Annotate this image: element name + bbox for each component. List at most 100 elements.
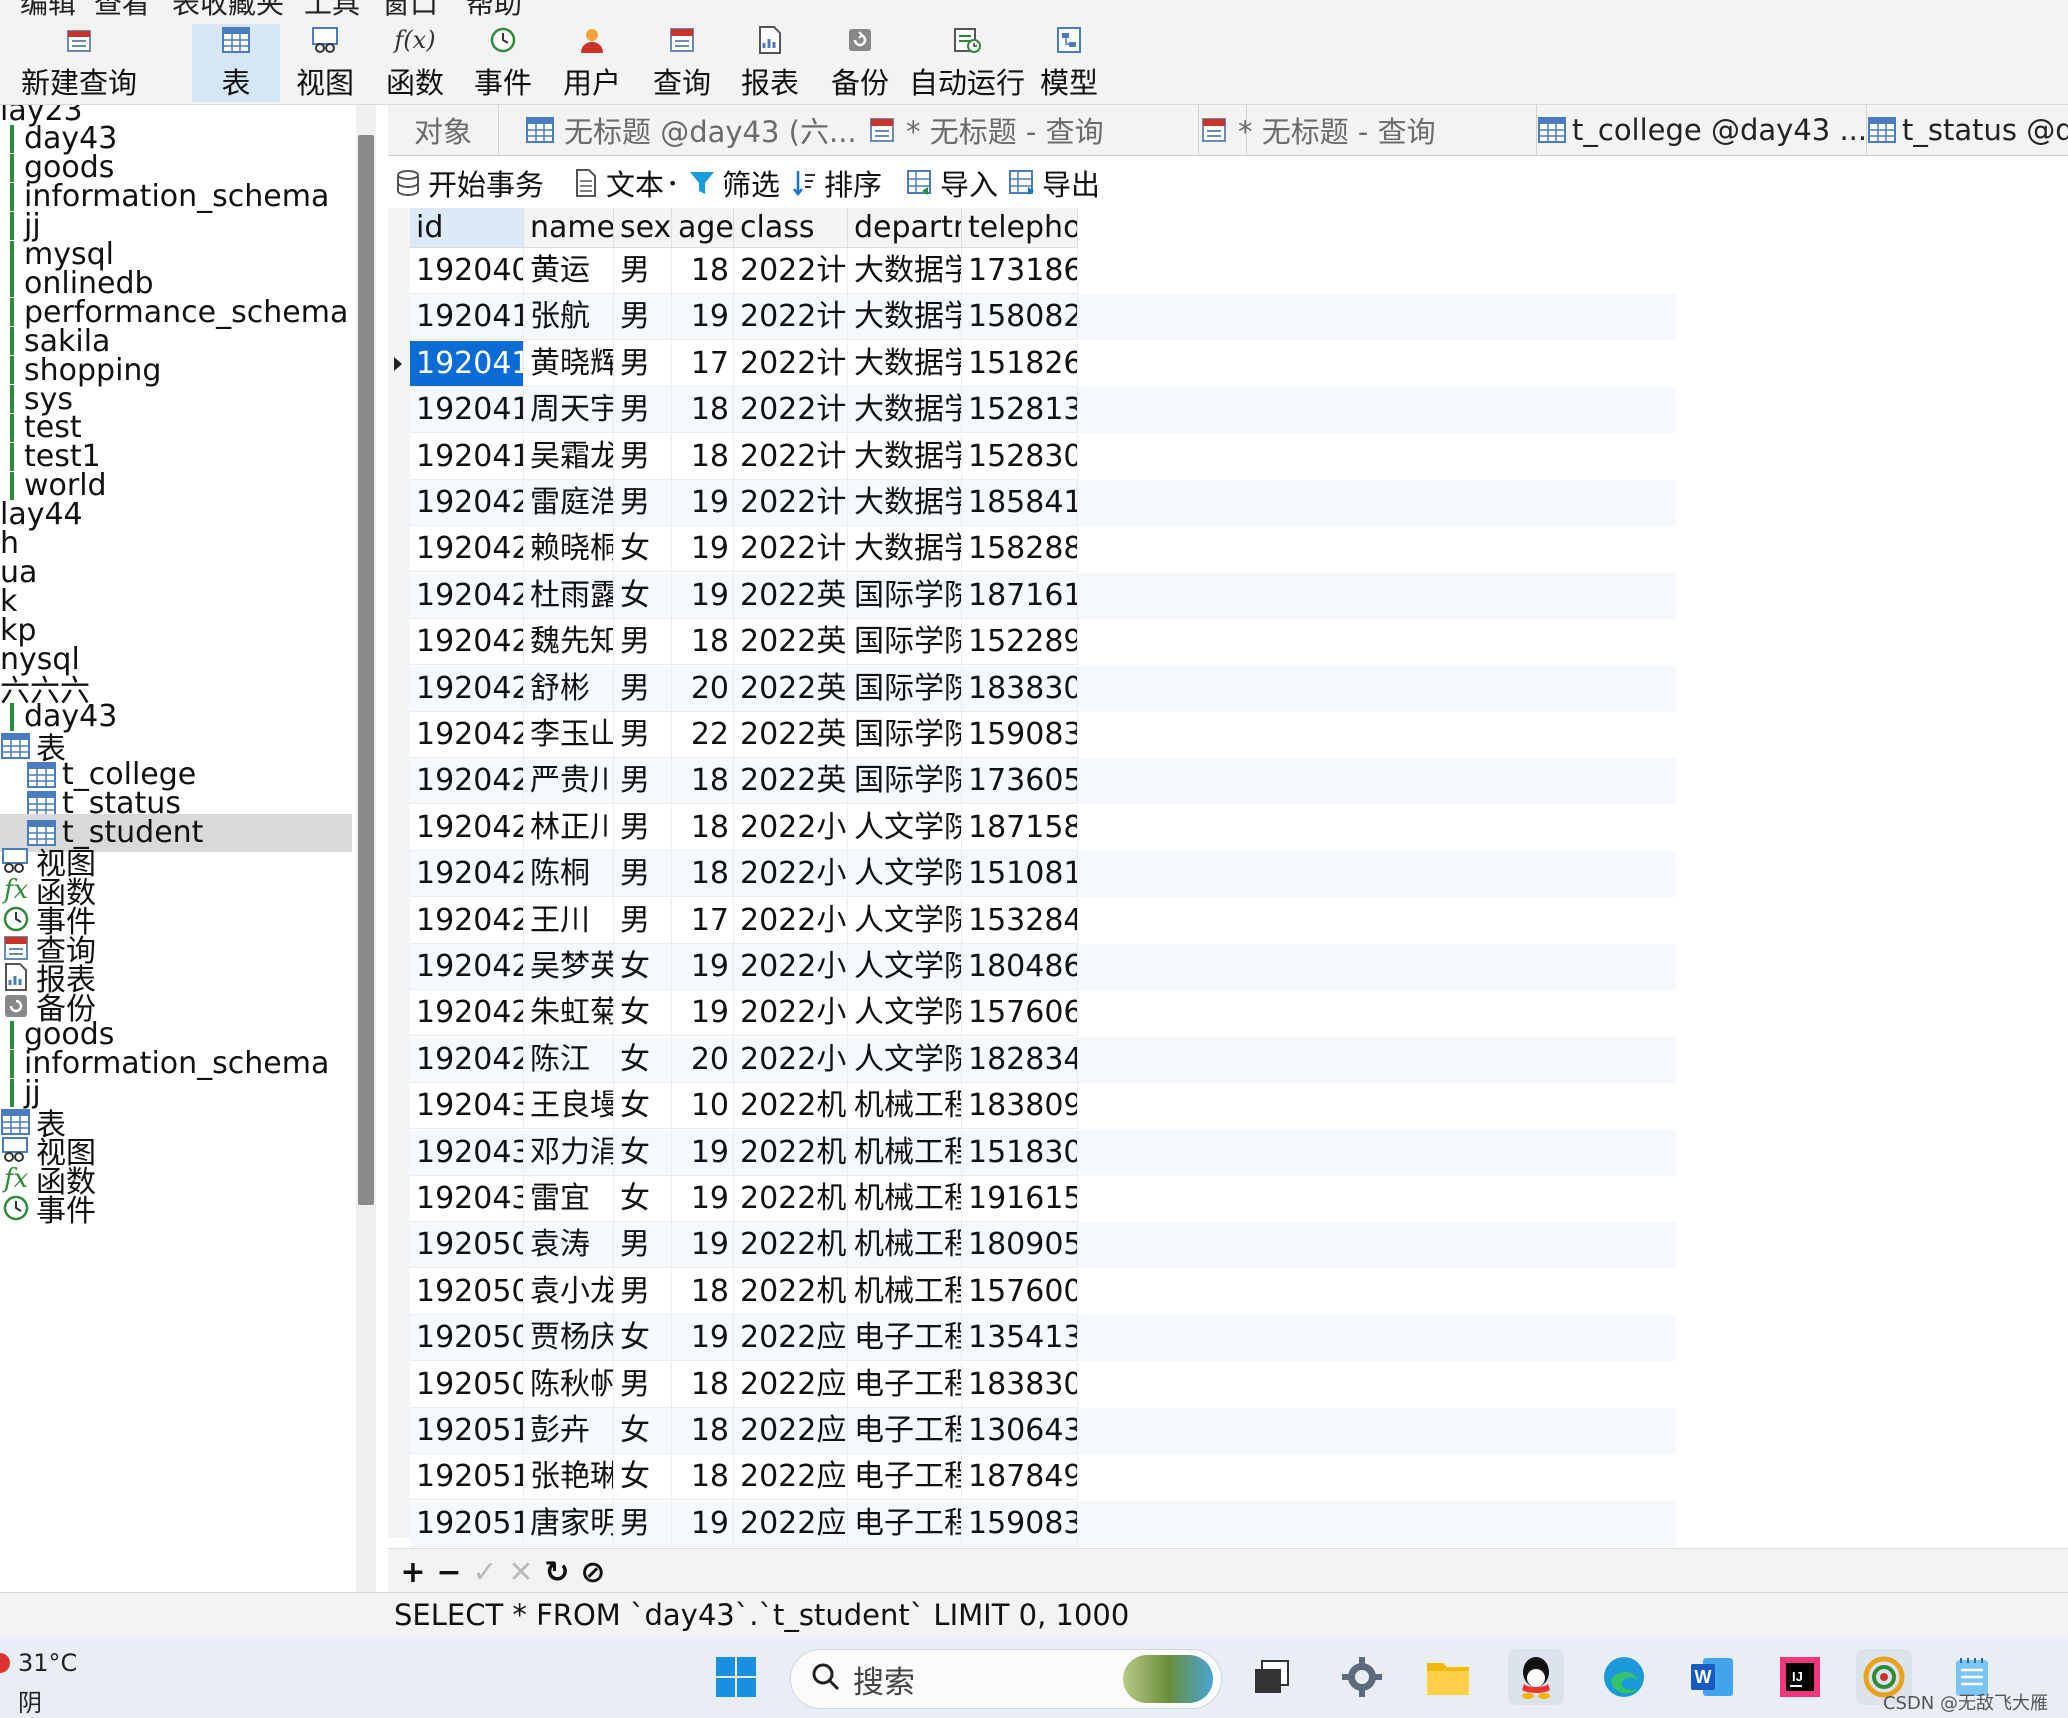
cell-telephone[interactable]: 185841937 xyxy=(962,480,1078,526)
cell-class[interactable]: 2022应电3 xyxy=(734,1454,848,1501)
cell-telephone[interactable]: 152813149 xyxy=(962,387,1078,434)
column-header-age[interactable]: age xyxy=(672,208,734,248)
cell-sex[interactable]: 女 xyxy=(614,944,672,990)
cell-name[interactable]: 陈江 xyxy=(524,1036,614,1083)
text-view-button[interactable]: 文本 • xyxy=(570,164,677,202)
cell-name[interactable]: 李玉山 xyxy=(524,712,614,758)
cell-name[interactable]: 林正川 xyxy=(524,804,614,851)
cell-departmer[interactable]: 国际学院 xyxy=(848,712,962,758)
cell-class[interactable]: 2022计应3 xyxy=(734,294,848,341)
cell-age[interactable]: 19 xyxy=(672,1176,734,1222)
cell-id[interactable]: 19205183 xyxy=(410,1500,524,1547)
cell-age[interactable]: 19 xyxy=(672,1222,734,1269)
toolbar-report-button[interactable]: 报表 xyxy=(728,24,812,102)
cell-telephone[interactable]: 183830678 xyxy=(962,1361,1078,1408)
cell-departmer[interactable]: 机械工程学 xyxy=(848,1129,962,1176)
cell-id[interactable]: 19204091 xyxy=(410,248,524,294)
column-header-departmer[interactable]: departmer xyxy=(848,208,962,248)
cell-name[interactable]: 严贵川 xyxy=(524,758,614,805)
cell-age[interactable]: 18 xyxy=(672,804,734,851)
cell-telephone[interactable]: 151826141 xyxy=(962,340,1078,387)
cell-name[interactable]: 杜雨露 xyxy=(524,572,614,619)
cell-id[interactable]: 19204295 xyxy=(410,1036,524,1083)
cell-age[interactable]: 19 xyxy=(672,1315,734,1362)
cell-age[interactable]: 20 xyxy=(672,1036,734,1083)
cell-name[interactable]: 张艳琳 xyxy=(524,1454,614,1501)
cell-id[interactable]: 19204236 xyxy=(410,897,524,944)
cell-name[interactable]: 朱虹菊 xyxy=(524,990,614,1037)
cell-sex[interactable]: 女 xyxy=(614,990,672,1037)
cell-sex[interactable]: 女 xyxy=(614,572,672,619)
cell-age[interactable]: 19 xyxy=(672,572,734,619)
begin-transaction-button[interactable]: 开始事务 xyxy=(392,164,544,202)
tab-query-2[interactable]: * 无标题 - 查询 xyxy=(1200,105,1537,155)
cell-sex[interactable]: 男 xyxy=(614,340,672,387)
toolbar-backup-button[interactable]: 备份 xyxy=(818,24,902,102)
tab-t-college[interactable]: t_college @day43 ... xyxy=(1538,105,1867,155)
cell-departmer[interactable]: 人文学院 xyxy=(848,990,962,1037)
cell-id[interactable]: 19204225 xyxy=(410,758,524,805)
cell-departmer[interactable]: 大数据学院 xyxy=(848,480,962,526)
cell-telephone[interactable]: 183809178 xyxy=(962,1083,1078,1130)
cell-age[interactable]: 18 xyxy=(672,387,734,434)
cell-departmer[interactable]: 国际学院 xyxy=(848,665,962,712)
cell-id[interactable]: 19204219 xyxy=(410,665,524,712)
cell-id[interactable]: 19205091 xyxy=(410,1361,524,1408)
settings-gear-icon[interactable] xyxy=(1334,1649,1390,1705)
cell-departmer[interactable]: 人文学院 xyxy=(848,944,962,990)
cell-id[interactable]: 19204212 xyxy=(410,619,524,666)
cell-name[interactable]: 袁涛 xyxy=(524,1222,614,1269)
cell-class[interactable]: 2022机电3 xyxy=(734,1268,848,1315)
cell-telephone[interactable]: 187849941 xyxy=(962,1454,1078,1501)
cell-id[interactable]: 19204221 xyxy=(410,712,524,758)
new-query-button[interactable]: 新建查询 xyxy=(14,24,144,102)
cell-id[interactable]: 19204233 xyxy=(410,804,524,851)
cell-name[interactable]: 魏先知 xyxy=(524,619,614,666)
cell-class[interactable]: 2022英教3 xyxy=(734,665,848,712)
cell-class[interactable]: 2022小教1 xyxy=(734,804,848,851)
cell-age[interactable]: 18 xyxy=(672,433,734,480)
column-header-telephone[interactable]: telephone xyxy=(962,208,1078,248)
cell-age[interactable]: 20 xyxy=(672,665,734,712)
cell-departmer[interactable]: 电子工程学 xyxy=(848,1500,962,1547)
cell-id[interactable]: 19205178 xyxy=(410,1454,524,1501)
cell-id[interactable]: 19204234 xyxy=(410,851,524,898)
cell-id[interactable]: 19205177 xyxy=(410,1408,524,1454)
cell-sex[interactable]: 男 xyxy=(614,480,672,526)
cell-sex[interactable]: 男 xyxy=(614,851,672,898)
cell-id[interactable]: 19205019 xyxy=(410,1268,524,1315)
cell-departmer[interactable]: 人文学院 xyxy=(848,1036,962,1083)
cell-age[interactable]: 19 xyxy=(672,526,734,573)
cell-telephone[interactable]: 153284003 xyxy=(962,897,1078,944)
cell-class[interactable]: 2022计应3 xyxy=(734,526,848,573)
edge-browser-icon[interactable] xyxy=(1596,1649,1652,1705)
cell-class[interactable]: 2022机电3 xyxy=(734,1129,848,1176)
cell-age[interactable]: 19 xyxy=(672,990,734,1037)
cell-name[interactable]: 陈桐 xyxy=(524,851,614,898)
toolbar-query-button[interactable]: 查询 xyxy=(640,24,724,102)
cell-telephone[interactable]: 152830021 xyxy=(962,433,1078,480)
toolbar-event-button[interactable]: 事件 xyxy=(462,24,544,102)
cell-name[interactable]: 黄运 xyxy=(524,248,614,294)
cell-class[interactable]: 2022小教2 xyxy=(734,851,848,898)
cell-name[interactable]: 舒彬 xyxy=(524,665,614,712)
cell-id[interactable]: 19204237 xyxy=(410,944,524,990)
cell-id[interactable]: 19205010 xyxy=(410,1222,524,1269)
cell-id[interactable]: 19204302 xyxy=(410,1129,524,1176)
cell-id[interactable]: 19204196 xyxy=(410,433,524,480)
cell-class[interactable]: 2022英教2 xyxy=(734,619,848,666)
cell-sex[interactable]: 男 xyxy=(614,387,672,434)
menu-table[interactable]: 表 xyxy=(172,0,200,18)
cell-sex[interactable]: 男 xyxy=(614,1268,672,1315)
menu-view[interactable]: 查看 xyxy=(94,0,150,18)
cell-age[interactable]: 17 xyxy=(672,340,734,387)
cell-sex[interactable]: 女 xyxy=(614,526,672,573)
cell-name[interactable]: 陈秋帆 xyxy=(524,1361,614,1408)
menu-help[interactable]: 帮助 xyxy=(466,0,522,18)
toolbar-function-button[interactable]: f(x) 函数 xyxy=(374,24,456,102)
cell-id[interactable]: 19204205 xyxy=(410,526,524,573)
cell-sex[interactable]: 女 xyxy=(614,1454,672,1501)
cell-name[interactable]: 吴梦英 xyxy=(524,944,614,990)
cell-id[interactable]: 19204204 xyxy=(410,480,524,526)
cell-id[interactable]: 19204305 xyxy=(410,1176,524,1222)
